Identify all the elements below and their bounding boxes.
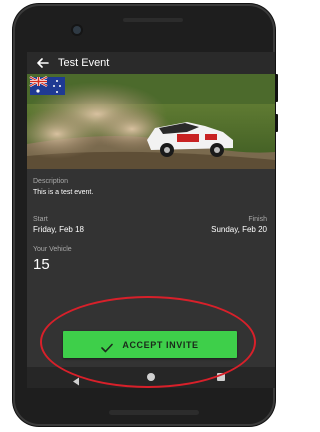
vehicle-number: 15 (33, 256, 50, 273)
finish-label: Finish (248, 216, 267, 223)
start-date: Friday, Feb 18 (33, 225, 84, 234)
app-screen: Test Event Description This is a test ev… (27, 52, 275, 388)
top-speaker (123, 18, 183, 22)
accept-invite-button[interactable]: ACCEPT INVITE (63, 331, 237, 358)
app-bar: Test Event (27, 52, 275, 74)
front-camera-icon (73, 26, 81, 34)
event-hero-image (27, 74, 275, 169)
volume-button[interactable] (275, 74, 278, 102)
description-text: This is a test event. (33, 189, 94, 196)
bottom-speaker (109, 410, 199, 415)
arrow-left-icon[interactable] (36, 56, 50, 70)
finish-date: Sunday, Feb 20 (211, 225, 267, 234)
system-nav-bar (27, 367, 275, 388)
nav-recents-icon[interactable] (217, 373, 225, 381)
start-label: Start (33, 216, 48, 223)
nav-home-icon[interactable] (147, 373, 155, 381)
accept-invite-label: ACCEPT INVITE (122, 339, 199, 350)
page-title: Test Event (58, 57, 110, 69)
vehicle-label: Your Vehicle (33, 246, 72, 253)
check-icon (101, 340, 114, 352)
power-button[interactable] (275, 114, 278, 132)
nav-back-icon[interactable] (72, 373, 80, 388)
australia-flag-icon (29, 75, 65, 95)
description-label: Description (33, 178, 69, 185)
